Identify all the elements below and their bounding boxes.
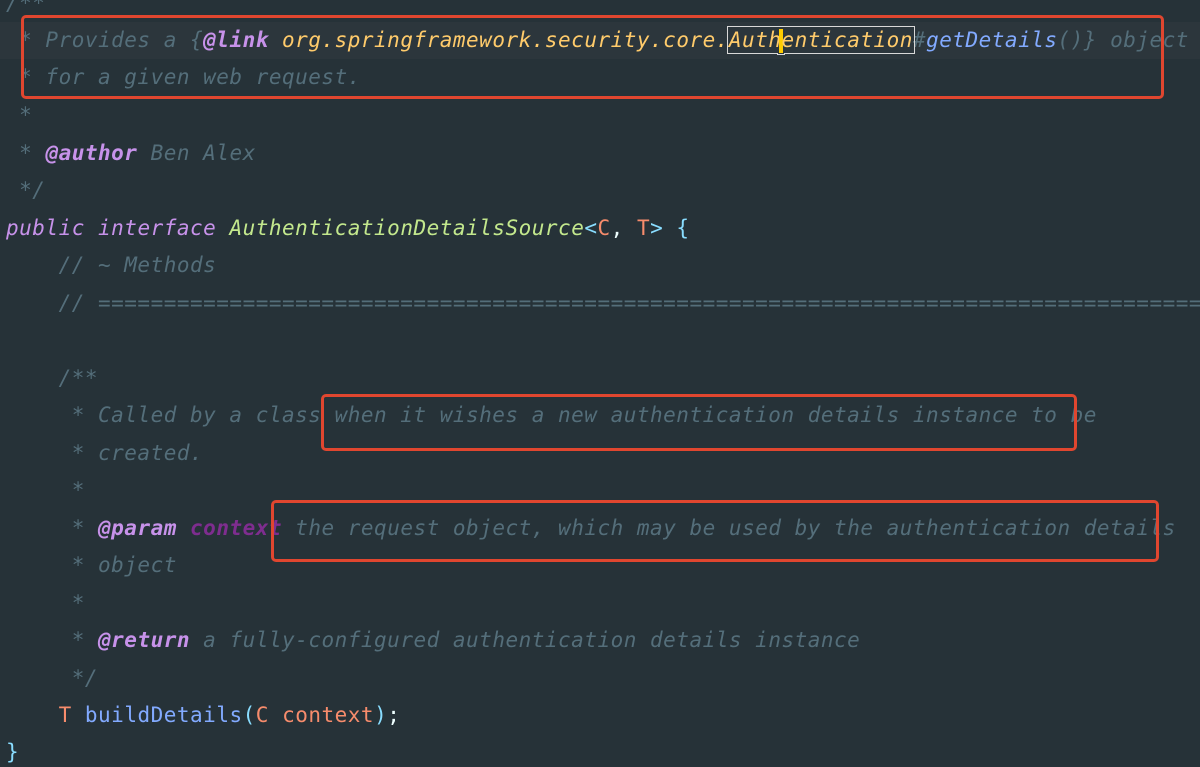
keyword-interface: interface: [98, 216, 217, 240]
keyword-public: public: [6, 216, 85, 240]
code-line-11: /**: [6, 366, 99, 390]
link-package-reference[interactable]: org.springframework.security.core.: [282, 28, 729, 52]
param-type: C: [255, 703, 269, 727]
author-name: Ben Alex: [137, 141, 256, 165]
javadoc-author-tag: @author: [45, 141, 138, 165]
code-line-13: * created.: [6, 441, 204, 465]
code-line-1: /**: [6, 0, 45, 22]
code-line-2: * Provides a {@link org.springframework.…: [0, 22, 1200, 59]
javadoc-return-tag: @return: [98, 628, 191, 652]
param-name: context: [190, 516, 283, 540]
type-param-t: T: [636, 216, 651, 240]
code-line-3: * for a given web request.: [6, 59, 361, 96]
type-param-c: C: [597, 216, 611, 240]
code-line-19: */: [6, 666, 99, 690]
interface-name[interactable]: AuthenticationDetailsSource: [229, 216, 584, 240]
code-line-20: T buildDetails(C context);: [58, 703, 401, 727]
code-line-7: public interface AuthenticationDetailsSo…: [6, 216, 690, 240]
link-method-reference[interactable]: getDetails: [926, 28, 1057, 52]
code-editor[interactable]: /** * Provides a {@link org.springframew…: [0, 0, 1200, 767]
close-brace: }: [6, 740, 20, 764]
code-line-15: * @param context the request object, whi…: [6, 516, 1176, 540]
open-brace: {: [676, 216, 690, 240]
code-line-16: * object: [6, 553, 177, 577]
comment-text: * Called by a class when it wishes a new…: [6, 403, 1097, 427]
code-line-18: * @return a fully-configured authenticat…: [6, 628, 861, 652]
comment-text: * Provides a {: [6, 28, 204, 52]
method-name-builddetails[interactable]: buildDetails: [85, 703, 243, 727]
highlighted-word-authentication[interactable]: Authentication: [726, 26, 915, 54]
code-line-6: */: [6, 178, 46, 202]
separator-comment: // =====================================…: [58, 291, 1200, 315]
param-name-context: context: [282, 703, 375, 727]
code-line-17: *: [6, 591, 85, 615]
comment-text: * for a given web request.: [6, 65, 361, 89]
code-line-8: // ~ Methods: [6, 247, 216, 284]
return-type: T: [58, 703, 72, 727]
code-line-21: }: [6, 734, 19, 767]
javadoc-open: /**: [6, 0, 46, 15]
javadoc-link-tag: @link: [203, 28, 269, 52]
code-line-5: * @author Ben Alex: [6, 141, 256, 165]
code-line-12: * Called by a class when it wishes a new…: [6, 397, 1097, 434]
code-line-9: // =====================================…: [6, 285, 1200, 322]
code-line-4: *: [6, 103, 33, 127]
methods-comment: // ~ Methods: [6, 253, 217, 277]
javadoc-param-tag: @param: [98, 516, 177, 540]
code-line-14: *: [6, 478, 85, 502]
